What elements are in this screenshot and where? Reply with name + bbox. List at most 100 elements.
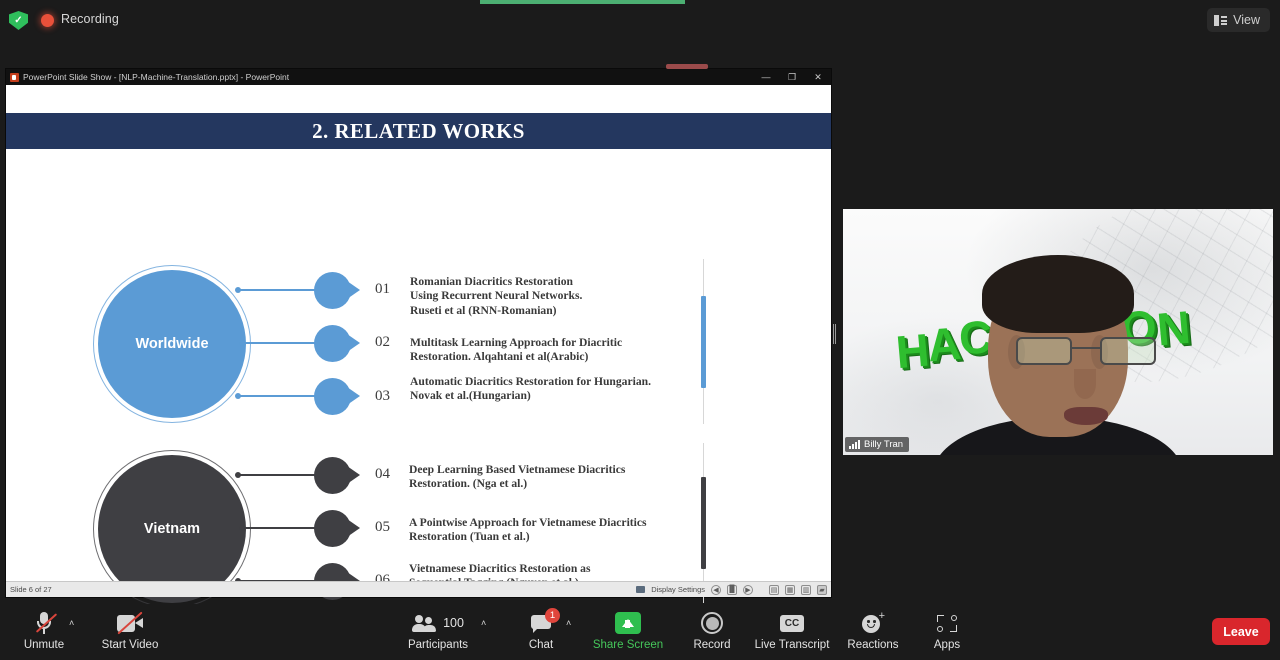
hackathon-letter: A (925, 316, 961, 372)
pin-marker-05 (314, 510, 360, 547)
audio-button-label: Unmute (23, 639, 65, 651)
group-rail-accent-worldwide (701, 296, 706, 388)
powerpoint-status-bar: Slide 6 of 27 Display Settings ◀ ▐▌ ▶ ▤ … (6, 581, 831, 597)
item-text-02: Multitask Learning Approach for Diacriti… (410, 336, 623, 364)
participant-mouth (1064, 407, 1108, 425)
previous-slide-button[interactable]: ◀ (711, 584, 721, 595)
leave-button[interactable]: Leave (1212, 618, 1270, 645)
minimize-button[interactable]: — (753, 69, 779, 85)
group-label-worldwide: Worldwide (135, 336, 209, 352)
powerpoint-window-title: PowerPoint Slide Show - [NLP-Machine-Tra… (23, 72, 290, 82)
chat-button-label: Chat (528, 639, 554, 651)
slide-canvas: 2. RELATED WORKS Worldwide 01 02 03 Roma… (6, 85, 831, 608)
view-button-label: View (1233, 13, 1260, 27)
meeting-toolbar: Unmute ˄ Start Video 100 Participants ˄ … (0, 604, 1280, 660)
chat-button[interactable]: 1 Chat (502, 607, 580, 656)
audio-options-caret-icon[interactable]: ˄ (69, 618, 74, 628)
connector-line-03 (235, 393, 322, 399)
glasses-bridge (1072, 347, 1100, 349)
participants-button[interactable]: 100 Participants (399, 610, 477, 656)
connector-line-01 (235, 287, 322, 293)
reading-view-button[interactable]: ▥ (801, 584, 811, 595)
pin-marker-04 (314, 457, 360, 494)
maximize-button[interactable]: ❐ (779, 69, 805, 85)
powerpoint-title-bar[interactable]: PowerPoint Slide Show - [NLP-Machine-Tra… (6, 69, 831, 85)
record-circle-icon (701, 610, 723, 636)
video-button[interactable]: Start Video (91, 610, 169, 656)
slide-sorter-view-button[interactable]: ▦ (785, 584, 795, 595)
apps-button[interactable]: Apps (908, 610, 986, 656)
connector-line-04 (235, 472, 322, 478)
video-button-label: Start Video (101, 639, 159, 651)
participant-hair (982, 255, 1134, 333)
zoom-meeting-window: ✓ Recording View PowerPoint Slide Show -… (0, 0, 1280, 660)
participant-webcam-image (934, 255, 1182, 455)
hackathon-letter: H (893, 323, 930, 379)
display-settings-icon[interactable] (636, 586, 646, 593)
item-number-04: 04 (375, 466, 390, 482)
apps-icon (936, 610, 958, 636)
powerpoint-window[interactable]: PowerPoint Slide Show - [NLP-Machine-Tra… (5, 68, 832, 608)
recording-indicator-icon[interactable] (41, 14, 54, 27)
pin-marker-01 (314, 272, 360, 309)
live-transcript-label: Live Transcript (754, 639, 830, 651)
next-slide-button[interactable]: ▶ (743, 584, 753, 595)
item-text-03: Automatic Diacritics Restoration for Hun… (410, 375, 651, 403)
group-label-vietnam: Vietnam (143, 521, 201, 537)
live-transcript-button[interactable]: CC Live Transcript (753, 610, 831, 656)
pin-marker-03 (314, 378, 360, 415)
pin-marker-02 (314, 325, 360, 362)
security-shield-icon[interactable]: ✓ (9, 11, 28, 30)
connector-line-02 (239, 340, 322, 346)
recording-label: Recording (61, 12, 119, 26)
item-text-05: A Pointwise Approach for Vietnamese Diac… (409, 516, 647, 544)
participant-nose (1074, 369, 1096, 399)
group-circle-worldwide: Worldwide (93, 265, 251, 423)
connector-line-05 (239, 525, 322, 531)
slideshow-view-button[interactable]: ▰ (817, 584, 827, 595)
participants-options-caret-icon[interactable]: ˄ (481, 618, 486, 628)
window-controls: — ❐ ✕ (753, 69, 831, 85)
powerpoint-app-icon (10, 72, 19, 82)
slide-title: 2. RELATED WORKS (312, 118, 525, 143)
pause-button[interactable]: ▐▌ (727, 584, 737, 595)
participant-name: Billy Tran (864, 439, 904, 450)
view-button[interactable]: View (1207, 8, 1270, 32)
shield-check-glyph: ✓ (14, 14, 23, 26)
participants-count: 100 (443, 616, 464, 630)
reactions-button[interactable]: + Reactions (834, 610, 912, 656)
chat-bubble-icon: 1 (531, 607, 560, 636)
share-screen-label: Share Screen (592, 639, 664, 651)
meeting-top-bar: ✓ Recording View (0, 0, 1280, 40)
slide-content: Worldwide 01 02 03 Romanian Diacritics R… (6, 149, 831, 608)
audio-button[interactable]: Unmute (5, 610, 83, 656)
close-button[interactable]: ✕ (805, 69, 831, 85)
layout-view-icon (1214, 14, 1228, 26)
record-button-label: Record (693, 639, 731, 651)
share-arrow-icon (615, 610, 641, 636)
hackathon-letter: N (1154, 300, 1191, 356)
reactions-button-label: Reactions (847, 639, 899, 651)
item-number-03: 03 (375, 388, 390, 404)
cc-icon-text: CC (780, 614, 804, 632)
screen-share-border (480, 0, 685, 4)
cc-icon: CC (780, 610, 804, 636)
glasses-lens-left (1016, 337, 1072, 365)
chat-options-caret-icon[interactable]: ˄ (566, 618, 571, 628)
participants-button-label: Participants (407, 639, 469, 651)
slide-counter: Slide 6 of 27 (10, 585, 52, 594)
camera-off-icon (117, 610, 143, 636)
status-bar-controls: Display Settings ◀ ▐▌ ▶ ▤ ▦ ▥ ▰ (636, 584, 827, 595)
window-resize-handle[interactable] (833, 322, 839, 346)
participant-glasses (1014, 337, 1158, 367)
video-tile-billy-tran[interactable]: H A C K A T H O N (843, 209, 1273, 455)
apps-button-label: Apps (933, 639, 961, 651)
item-text-01: Romanian Diacritics Restoration Using Re… (410, 275, 583, 317)
record-button[interactable]: Record (673, 610, 751, 656)
normal-view-button[interactable]: ▤ (769, 584, 779, 595)
people-icon: 100 (412, 610, 464, 636)
share-screen-button[interactable]: Share Screen (589, 610, 667, 656)
display-settings-label[interactable]: Display Settings (651, 585, 705, 594)
glasses-lens-right (1100, 337, 1156, 365)
item-text-04: Deep Learning Based Vietnamese Diacritic… (409, 463, 626, 491)
